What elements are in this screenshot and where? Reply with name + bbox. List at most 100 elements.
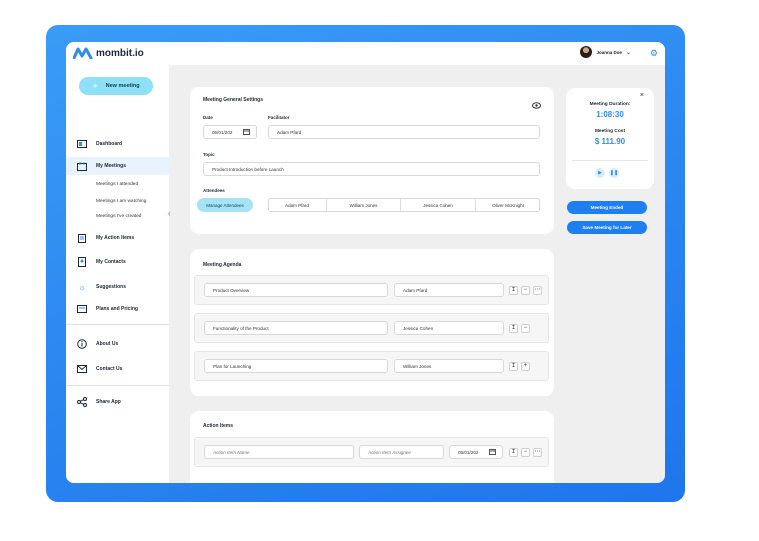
meetings-icon bbox=[77, 161, 87, 171]
sidebar-divider bbox=[66, 324, 169, 325]
duration-value: 1:08:30 bbox=[596, 110, 624, 119]
agenda-owner-field[interactable]: Adam Pfard bbox=[394, 283, 504, 297]
sidebar-item-label: Dashboard bbox=[96, 141, 123, 147]
sidebar-item-share[interactable]: Share App bbox=[66, 393, 169, 411]
upload-icon[interactable]: ↥ bbox=[509, 362, 518, 371]
upload-icon[interactable]: ↥ bbox=[509, 448, 518, 457]
date-field[interactable]: 05/01/202 bbox=[203, 125, 257, 139]
sidebar-subitem-created[interactable]: Meetings I've created bbox=[96, 214, 141, 219]
share-icon bbox=[77, 397, 87, 407]
pricing-icon bbox=[77, 304, 87, 314]
agenda-owner-field[interactable]: Jessica Cohen bbox=[394, 321, 504, 335]
sidebar-subitem-attended[interactable]: Meetings I attended bbox=[96, 182, 138, 187]
settings-title: Meeting General Settings bbox=[203, 97, 264, 103]
save-meeting-button[interactable]: Save Meeting for Later bbox=[567, 221, 647, 234]
action-item-date-value: 05/01/202 bbox=[458, 449, 479, 455]
close-icon[interactable]: × bbox=[640, 92, 644, 99]
pause-icon[interactable]: ❚❚ bbox=[609, 168, 619, 178]
action-item-assignee-input[interactable] bbox=[359, 445, 444, 459]
calendar-icon bbox=[489, 449, 496, 456]
cost-value: $ 111.90 bbox=[594, 137, 626, 146]
plus-icon[interactable]: + bbox=[521, 362, 530, 371]
sidebar-item-label: About Us bbox=[96, 341, 119, 347]
info-icon bbox=[77, 339, 87, 349]
mail-icon bbox=[77, 364, 87, 374]
agenda-topic-field[interactable]: Functionality of the Product bbox=[204, 321, 388, 335]
play-icon[interactable]: ▶ bbox=[595, 168, 605, 178]
sidebar-item-action-items[interactable]: My Action Items bbox=[66, 229, 169, 247]
meeting-ended-button[interactable]: Meeting Ended bbox=[567, 201, 647, 214]
sidebar-item-suggestions[interactable]: ☼ Suggestions bbox=[66, 278, 169, 296]
sidebar-item-label: My Contacts bbox=[96, 259, 126, 265]
minus-icon[interactable]: − bbox=[521, 286, 530, 295]
duration-label: Meeting Duration: bbox=[589, 102, 631, 107]
new-meeting-button[interactable]: + New meeting bbox=[79, 77, 153, 95]
manage-attendees-button[interactable]: Manage Attendees bbox=[197, 198, 253, 212]
facilitator-label: Facilitator bbox=[268, 115, 290, 120]
sidebar-item-label: Share App bbox=[96, 399, 121, 405]
collapse-sidebar-icon[interactable]: ‹ bbox=[168, 209, 171, 218]
minus-icon[interactable]: − bbox=[521, 448, 530, 457]
timer-divider bbox=[572, 160, 648, 161]
sidebar-item-about[interactable]: About Us bbox=[66, 335, 169, 353]
action-items-title: Action Items bbox=[203, 423, 234, 429]
action-items-card: Action Items 05/01/202 ↥ − ⋯ bbox=[190, 411, 554, 483]
attendee-chip[interactable]: Jessica Cohen bbox=[401, 198, 476, 212]
agenda-card: Meeting Agenda Product Overview Adam Pfa… bbox=[190, 249, 554, 396]
action-item-date-field[interactable]: 05/01/202 bbox=[449, 445, 503, 459]
attendee-chip[interactable]: Oliver McKnight bbox=[476, 198, 540, 212]
contacts-icon bbox=[77, 257, 87, 267]
dashboard-icon bbox=[77, 139, 87, 149]
agenda-topic-field[interactable]: Product Overview bbox=[204, 283, 388, 297]
sidebar-item-contact[interactable]: Contact Us bbox=[66, 360, 169, 378]
agenda-row: Plan for Launching William Jones ↥ + bbox=[194, 351, 549, 381]
upload-icon[interactable]: ↥ bbox=[509, 286, 518, 295]
topic-label: Topic bbox=[203, 152, 215, 157]
upload-icon[interactable]: ↥ bbox=[509, 324, 518, 333]
date-value: 05/01/202 bbox=[212, 129, 233, 135]
sidebar-subitem-watching[interactable]: Meetings I am watching bbox=[96, 199, 146, 204]
action-item-name-input[interactable] bbox=[204, 445, 354, 459]
sidebar-item-my-meetings[interactable]: My Meetings bbox=[66, 157, 169, 175]
sidebar-item-dashboard[interactable]: Dashboard bbox=[66, 135, 169, 153]
more-icon[interactable]: ⋯ bbox=[533, 286, 542, 295]
topic-field[interactable]: Product Introduction before Launch bbox=[203, 162, 540, 176]
sidebar-item-label: My Meetings bbox=[96, 163, 127, 169]
sidebar-item-label: Suggestions bbox=[96, 284, 127, 290]
action-item-row: 05/01/202 ↥ − ⋯ bbox=[194, 437, 549, 467]
plus-icon: + bbox=[92, 81, 98, 91]
agenda-title: Meeting Agenda bbox=[203, 262, 242, 268]
sidebar-item-label: Plans and Pricing bbox=[96, 306, 138, 312]
more-icon[interactable]: ⋯ bbox=[533, 448, 542, 457]
clipboard-icon bbox=[77, 233, 87, 243]
sidebar-divider bbox=[66, 385, 169, 386]
sidebar-item-label: Contact Us bbox=[96, 366, 123, 372]
new-meeting-label: New meeting bbox=[105, 83, 140, 89]
eye-icon[interactable] bbox=[532, 96, 541, 114]
avatar bbox=[580, 46, 593, 58]
logo[interactable]: mombit.io bbox=[73, 47, 144, 59]
date-label: Date bbox=[203, 115, 213, 120]
attendees-label: Attendees bbox=[203, 188, 225, 193]
sidebar-item-contacts[interactable]: My Contacts bbox=[66, 253, 169, 271]
gear-icon[interactable]: ⚙ bbox=[650, 48, 658, 59]
logo-text: mombit.io bbox=[96, 47, 144, 59]
user-menu[interactable]: Joanna Doe ⌄ bbox=[580, 46, 631, 58]
minus-icon[interactable]: − bbox=[521, 324, 530, 333]
top-bar: mombit.io Joanna Doe ⌄ ⚙ bbox=[66, 42, 665, 65]
attendee-chip[interactable]: William Jones bbox=[327, 198, 401, 212]
sidebar-item-pricing[interactable]: Plans and Pricing bbox=[66, 300, 169, 318]
agenda-topic-field[interactable]: Plan for Launching bbox=[204, 359, 388, 373]
calendar-icon bbox=[243, 129, 250, 136]
facilitator-field[interactable]: Adam Pfard bbox=[268, 125, 540, 139]
bulb-icon: ☼ bbox=[78, 282, 86, 292]
chevron-down-icon: ⌄ bbox=[625, 49, 631, 56]
logo-mark-icon bbox=[73, 47, 93, 59]
agenda-row: Product Overview Adam Pfard ↥ − ⋯ bbox=[194, 275, 549, 305]
user-name: Joanna Doe bbox=[596, 49, 622, 55]
attendee-chip[interactable]: Adam Pfard bbox=[268, 198, 327, 212]
agenda-owner-field[interactable]: William Jones bbox=[394, 359, 504, 373]
cost-label: Meeting Cost bbox=[594, 129, 626, 134]
meeting-timer-card: × Meeting Duration: 1:08:30 Meeting Cost… bbox=[566, 88, 654, 189]
sidebar: + New meeting Dashboard My Meetings Meet… bbox=[66, 65, 169, 483]
